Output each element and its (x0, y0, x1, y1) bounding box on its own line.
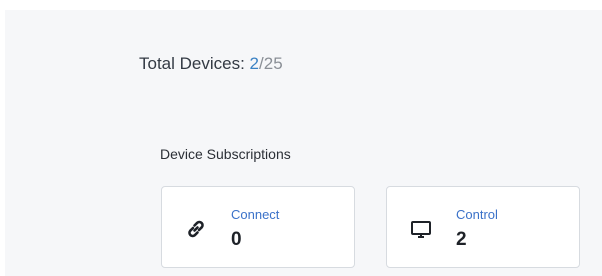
control-subscription-card[interactable]: Control 2 (386, 186, 580, 268)
connect-title: Connect (231, 207, 280, 222)
link-icon (184, 217, 208, 241)
control-title: Control (456, 207, 498, 222)
device-limit: 25 (263, 54, 283, 73)
monitor-icon (409, 217, 433, 241)
device-count: 2 (249, 54, 260, 73)
connect-subscription-card[interactable]: Connect 0 (161, 186, 355, 268)
connect-count: 0 (231, 229, 242, 250)
subscriptions-heading: Device Subscriptions (160, 146, 291, 162)
control-count: 2 (456, 229, 467, 250)
total-devices: Total Devices: 2/25 (139, 54, 283, 74)
total-devices-label: Total Devices: (139, 54, 250, 73)
